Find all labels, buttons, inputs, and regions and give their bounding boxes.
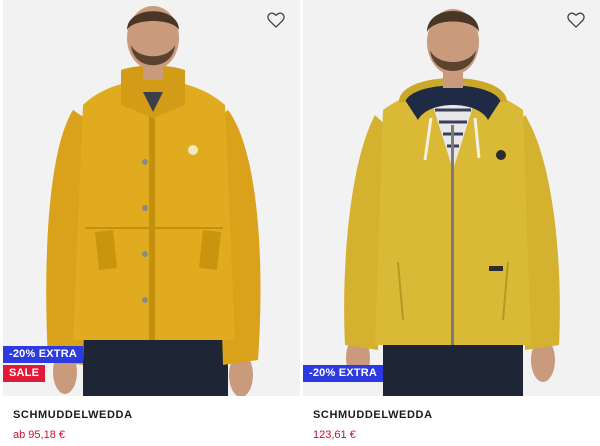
sale-badge: SALE (3, 365, 46, 382)
product-price: 123,61 € (313, 429, 356, 441)
product-image[interactable]: -20% EXTRA (303, 0, 600, 396)
product-price: ab 95,18 € (13, 429, 65, 441)
product-image[interactable]: -20% EXTRA SALE (3, 0, 300, 396)
product-card[interactable]: -20% EXTRA SCHMUDDELWEDDA 123,61 € (303, 0, 600, 446)
product-grid: -20% EXTRA SALE SCHMUDDELWEDDA ab 95,18 … (0, 0, 600, 446)
wishlist-heart-icon[interactable] (266, 10, 286, 30)
product-photo (46, 6, 261, 396)
badge-group: -20% EXTRA SALE (3, 346, 84, 382)
extra-discount-badge: -20% EXTRA (303, 365, 384, 382)
badge-group: -20% EXTRA (303, 365, 384, 382)
product-brand[interactable]: SCHMUDDELWEDDA (313, 409, 433, 421)
product-brand[interactable]: SCHMUDDELWEDDA (13, 409, 133, 421)
product-photo (344, 9, 560, 396)
extra-discount-badge: -20% EXTRA (3, 346, 84, 363)
product-card[interactable]: -20% EXTRA SALE SCHMUDDELWEDDA ab 95,18 … (3, 0, 300, 446)
wishlist-heart-icon[interactable] (566, 10, 586, 30)
